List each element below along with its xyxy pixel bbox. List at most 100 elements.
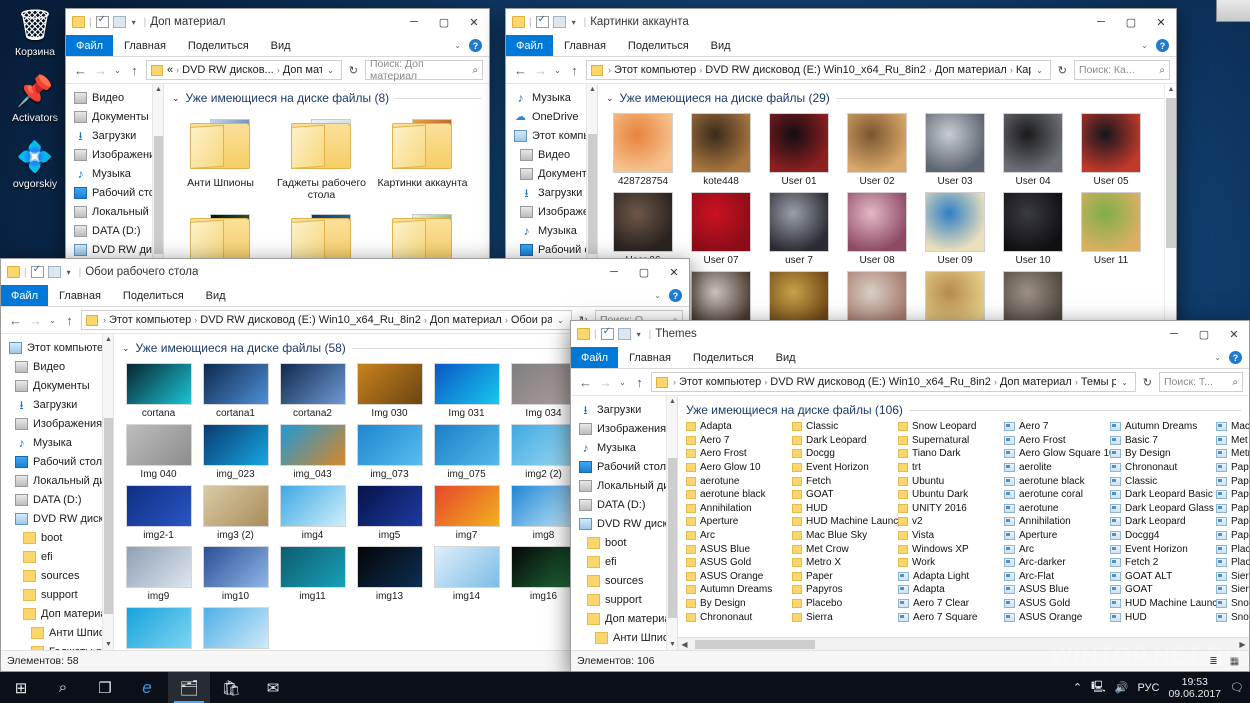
nav-item-5[interactable]: ⭳ Загрузки [506, 183, 597, 202]
chevron-down-icon[interactable]: ▾ [572, 18, 576, 27]
tab-view[interactable]: Вид [700, 35, 742, 56]
chevron-down-icon[interactable]: ⌄ [606, 93, 614, 104]
nav-item-8[interactable]: DATA (D:) [1, 490, 113, 509]
nav-item-5[interactable]: DATA (D:) [571, 495, 677, 514]
nav-item-9[interactable]: sources [571, 571, 677, 590]
quick-access-toolbar[interactable]: | ▾ | [7, 264, 81, 278]
breadcrumb-dropdown-icon[interactable]: ⌄ [552, 316, 569, 325]
scroll-up-icon[interactable]: ▲ [587, 84, 597, 95]
scroll-thumb[interactable] [695, 639, 815, 649]
refresh-button[interactable]: ↻ [1139, 376, 1156, 389]
wallpaper-tile[interactable]: img_075 [428, 421, 505, 482]
list-item[interactable]: Mac Blue Sky6 [1216, 420, 1249, 434]
help-icon[interactable]: ? [1156, 39, 1169, 52]
picture-tile[interactable]: User 15 [760, 268, 838, 327]
wallpaper-tile[interactable]: Img 031 [428, 360, 505, 421]
help-icon[interactable]: ? [1229, 351, 1242, 364]
new-folder-icon[interactable] [552, 16, 566, 28]
breadcrumb-item[interactable]: « [167, 64, 173, 76]
nav-item-8[interactable]: efi [571, 552, 677, 571]
list-item[interactable]: Basic 7 [1110, 434, 1216, 448]
scroll-thumb[interactable] [668, 458, 677, 618]
tray-chevron-icon[interactable]: ⌃ [1073, 681, 1082, 694]
wallpaper-tile[interactable]: img2-1 [120, 482, 197, 543]
breadcrumb-dropdown-icon[interactable]: ⌄ [1116, 378, 1133, 387]
nav-item-7[interactable]: boot [571, 533, 677, 552]
up-button[interactable]: ↑ [126, 63, 143, 78]
list-item[interactable]: Papyros [792, 583, 898, 597]
wallpaper-tile[interactable]: cortana1 [197, 360, 274, 421]
scroll-thumb[interactable] [1166, 98, 1176, 248]
properties-icon[interactable] [95, 14, 109, 28]
list-item[interactable]: Sierra [792, 610, 898, 624]
tab-file[interactable]: Файл [571, 347, 619, 368]
help-icon[interactable]: ? [669, 289, 682, 302]
list-item[interactable]: aerotune coral [1004, 488, 1110, 502]
new-folder-icon[interactable] [47, 266, 61, 278]
list-item[interactable]: Arc [1004, 542, 1110, 556]
nav-item-1[interactable]: Изображения [571, 419, 677, 438]
scroll-thumb[interactable] [588, 134, 597, 254]
breadcrumb-item[interactable]: DVD RW дисков... [182, 64, 274, 76]
breadcrumb[interactable]: « › DVD RW дисков... › Доп материал ⌄ [146, 60, 342, 80]
list-item[interactable]: UNITY 2016 [898, 502, 1004, 516]
system-tray[interactable]: ⌃ 🖳 🔊 РУС 19:53 09.06.2017 🗨 [1073, 676, 1250, 700]
search-input[interactable]: Поиск: Доп материал ⌕ [365, 58, 483, 82]
file-tile[interactable]: Картинки аккаунта [372, 110, 473, 205]
list-item[interactable]: Ubuntu Dark [898, 488, 1004, 502]
list-item[interactable]: Ubuntu [898, 474, 1004, 488]
list-item[interactable]: Tiano Dark [898, 447, 1004, 461]
nav-item-4[interactable]: Локальный дис [571, 476, 677, 495]
scroll-down-icon[interactable]: ▼ [667, 639, 677, 650]
navigation-pane[interactable]: Этот компьютер Видео Документы ⭳ Загрузки Изо… [1, 334, 114, 650]
maximize-button[interactable]: ▢ [1116, 9, 1146, 35]
file-tile[interactable]: Анти Шпионы [170, 110, 271, 205]
search-input[interactable]: Поиск: Т... ⌕ [1159, 372, 1243, 392]
wallpaper-tile[interactable]: img20 [197, 604, 274, 650]
recent-locations-icon[interactable]: ⌄ [112, 66, 123, 75]
picture-tile[interactable]: User 06 [604, 189, 682, 268]
properties-icon[interactable] [30, 264, 44, 278]
nav-item-9[interactable]: DVD RW дисков [1, 509, 113, 528]
breadcrumb-item[interactable]: Доп материал [283, 64, 322, 76]
nav-item-15[interactable]: Анти Шпион [1, 623, 113, 642]
recent-locations-icon[interactable]: ⌄ [552, 66, 563, 75]
breadcrumb[interactable]: › Этот компьютер › DVD RW дисковод (E:) … [651, 372, 1136, 392]
list-item[interactable]: ASUS Gold [1004, 597, 1110, 611]
ribbon-tabs[interactable]: Файл Главная Поделиться Вид ⌄ ? [66, 35, 489, 57]
list-item[interactable]: aerotune [1004, 502, 1110, 516]
breadcrumb[interactable]: › Этот компьютер › DVD RW дисковод (E:) … [586, 60, 1051, 80]
address-bar[interactable]: ← → ⌄ ↑ › Этот компьютер › DVD RW дисков… [571, 369, 1249, 395]
nav-item-8[interactable]: Рабочий стол [506, 240, 597, 259]
new-folder-icon[interactable] [617, 328, 631, 340]
address-bar[interactable]: ← → ⌄ ↑ › Этот компьютер › DVD RW дисков… [506, 57, 1176, 83]
list-item[interactable]: aerotune [686, 474, 792, 488]
titlebar[interactable]: | ▾ | Картинки аккаунта ─ ▢ ✕ [506, 9, 1176, 35]
list-item[interactable]: v2 [898, 515, 1004, 529]
list-item[interactable]: Met Crow [792, 542, 898, 556]
recent-locations-icon[interactable]: ⌄ [617, 378, 628, 387]
wallpaper-tile[interactable]: Img 030 [351, 360, 428, 421]
maximize-button[interactable]: ▢ [629, 259, 659, 285]
scroll-up-icon[interactable]: ▲ [1165, 84, 1176, 96]
window-controls[interactable]: ─ ▢ ✕ [399, 9, 489, 35]
wallpaper-tile[interactable]: img14 [428, 543, 505, 604]
nav-item-0[interactable]: ⭳ Загрузки [571, 400, 677, 419]
list-item[interactable]: Event Horizon [1110, 542, 1216, 556]
new-folder-icon[interactable] [112, 16, 126, 28]
close-button[interactable]: ✕ [459, 9, 489, 35]
ribbon-tabs[interactable]: Файл Главная Поделиться Вид ⌄ ? [506, 35, 1176, 57]
nav-item-1[interactable]: ☁ OneDrive [506, 107, 597, 126]
wallpaper-tile[interactable]: img3 (2) [197, 482, 274, 543]
desktop-icon-recycle-bin[interactable]: 🗑 Корзина [3, 6, 67, 58]
breadcrumb-item[interactable]: Картинки аккаунта [1016, 64, 1031, 76]
breadcrumb-item[interactable]: DVD RW дисковод (E:) Win10_x64_Ru_8in2 [705, 64, 926, 76]
list-item[interactable]: Papyros Blue [1216, 474, 1249, 488]
quick-access-toolbar[interactable]: | ▾ | [577, 326, 651, 340]
window-themes[interactable]: | ▾ | Themes ─ ▢ ✕ Файл Главная Поделить… [570, 320, 1250, 672]
list-item[interactable]: ASUS Blue [686, 542, 792, 556]
picture-tile[interactable]: User 17 [916, 268, 994, 327]
window-controls[interactable]: ─ ▢ ✕ [1159, 321, 1249, 347]
list-item[interactable]: HUD [1110, 610, 1216, 624]
file-list-area[interactable]: Уже имеющиеся на диске файлы (106) Adapt… [678, 396, 1249, 650]
